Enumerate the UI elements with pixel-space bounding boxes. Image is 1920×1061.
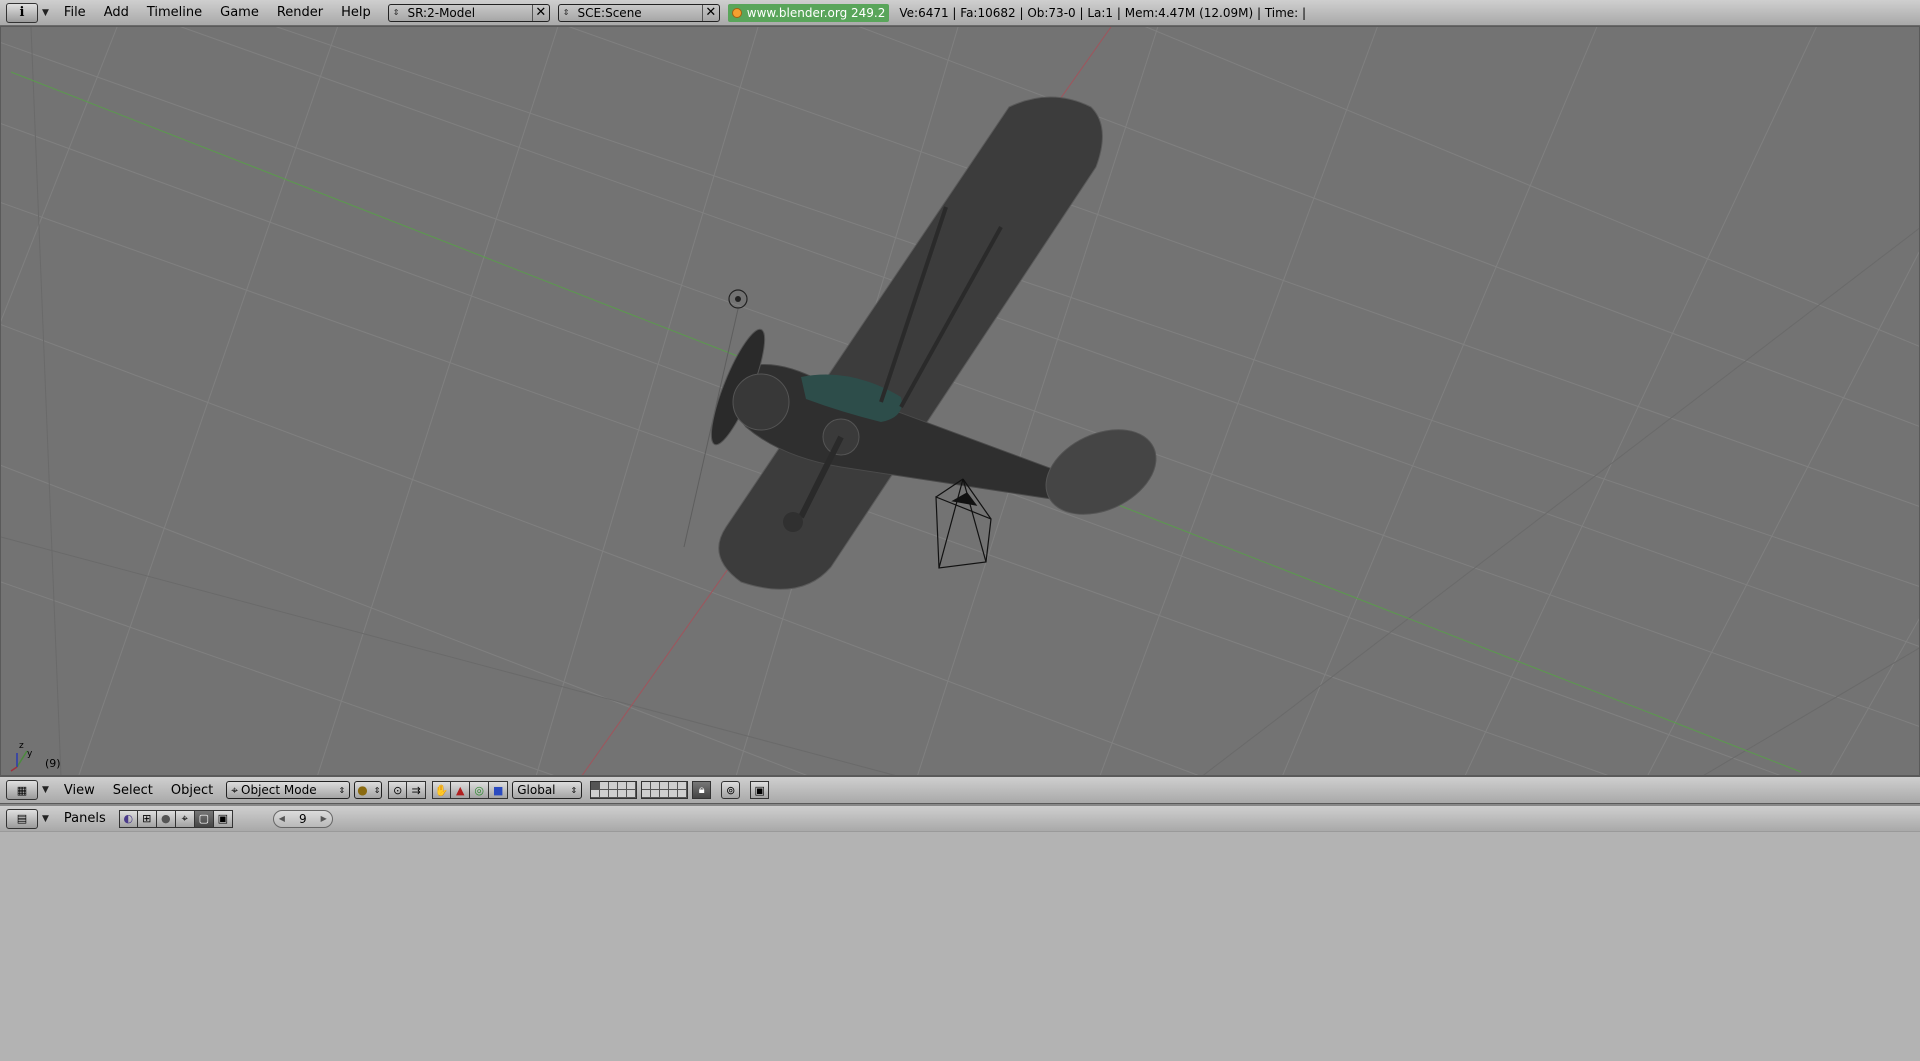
menu-timeline[interactable]: Timeline xyxy=(138,5,211,20)
window-type-selector-3d[interactable]: ▦ xyxy=(6,780,38,800)
menu-help[interactable]: Help xyxy=(332,5,380,20)
airplane-model[interactable] xyxy=(702,96,1170,590)
pivot-icon: ⊙ xyxy=(393,783,403,797)
dropdown-arrow-icon: ⇕ xyxy=(338,785,346,795)
menu-select[interactable]: Select xyxy=(104,783,162,798)
website-text: www.blender.org 249.2 xyxy=(746,5,886,20)
object-mode-icon: ⌖ xyxy=(231,782,238,797)
editing-context-button[interactable]: ▢ xyxy=(194,809,214,828)
orientation-label: Global xyxy=(517,783,556,797)
screen-selector[interactable]: ⇕ SR:2-Model ✕ xyxy=(387,3,550,22)
translate-manipulator[interactable]: ▲ xyxy=(451,781,471,799)
scene-name[interactable]: SCE:Scene xyxy=(573,6,701,20)
script-icon: ⊞ xyxy=(142,812,152,825)
axis-y-label: y xyxy=(27,749,33,759)
delete-scene-icon[interactable]: ✕ xyxy=(701,4,719,21)
align-to-view-button[interactable]: ⇉ xyxy=(407,781,427,799)
shading-context-button[interactable]: ● xyxy=(156,809,176,828)
rotate-manipulator[interactable]: ◎ xyxy=(470,781,490,799)
info-icon: i xyxy=(19,5,25,20)
scene-browse-icon[interactable]: ⇕ xyxy=(559,8,574,17)
lock-layers-button[interactable]: 🔒︎ xyxy=(692,781,712,799)
snap-button[interactable]: ⊚ xyxy=(721,781,741,799)
object-axis-icon: ⌖ xyxy=(181,811,188,825)
menu-game[interactable]: Game xyxy=(211,5,268,20)
menu-panels[interactable]: Panels xyxy=(55,811,115,826)
delete-screen-icon[interactable]: ✕ xyxy=(531,4,549,21)
mode-label: Object Mode xyxy=(241,783,317,797)
current-frame-field[interactable]: ◀ 9 ▶ xyxy=(272,809,333,828)
scene-selector[interactable]: ⇕ SCE:Scene ✕ xyxy=(557,3,720,22)
window-type-selector-buttons[interactable]: ▤ xyxy=(6,808,38,829)
3d-viewport[interactable]: z y (9) xyxy=(0,26,1920,776)
blender-logo-icon xyxy=(731,7,742,18)
increment-arrow-icon[interactable]: ▶ xyxy=(321,814,327,823)
buttons-window-icon: ▤ xyxy=(16,812,28,825)
decrement-arrow-icon[interactable]: ◀ xyxy=(279,814,285,823)
snap-icon: ⊚ xyxy=(726,783,736,797)
layer-buttons-b[interactable] xyxy=(641,781,689,799)
render-icon: ▣ xyxy=(754,783,765,797)
shading-sphere-icon: ● xyxy=(160,812,171,825)
website-link[interactable]: www.blender.org 249.2 xyxy=(727,3,890,22)
layer-buttons-a[interactable] xyxy=(590,781,638,799)
scene-stats: Ve:6471 | Fa:10682 | Ob:73-0 | La:1 | Me… xyxy=(899,5,1307,20)
menu-render[interactable]: Render xyxy=(268,5,332,20)
menu-add[interactable]: Add xyxy=(95,5,138,20)
orientation-dropdown[interactable]: Global ⇕ xyxy=(512,781,583,799)
collapse-menus-icon[interactable]: ▼ xyxy=(42,8,49,18)
frame-indicator: (9) xyxy=(45,757,61,770)
window-type-selector[interactable]: i xyxy=(6,2,38,23)
rotate-icon: ◎ xyxy=(474,783,485,797)
lock-icon: 🔒︎ xyxy=(698,783,705,796)
scale-icon: ■ xyxy=(493,783,504,797)
axis-z-label: z xyxy=(19,741,24,751)
editing-icon: ▢ xyxy=(198,812,209,825)
solid-draw-icon: ● xyxy=(357,783,368,797)
render-preview-button[interactable]: ▣ xyxy=(750,781,770,799)
scene-context-button[interactable]: ▣ xyxy=(213,809,233,828)
info-header: i ▼ File Add Timeline Game Render Help ⇕… xyxy=(0,0,1920,26)
camera-object[interactable] xyxy=(935,478,992,569)
buttons-window-header: ▤ ▼ Panels ◐ ⊞ ● ⌖ ▢ ▣ ◀ 9 ▶ xyxy=(0,806,1920,832)
dropdown-arrow-icon: ⇕ xyxy=(570,785,578,795)
script-context-button[interactable]: ⊞ xyxy=(137,809,157,828)
viewport-canvas[interactable] xyxy=(1,27,1920,776)
current-frame-value: 9 xyxy=(298,811,307,826)
manipulator-toggle[interactable]: ✋ xyxy=(432,781,452,799)
hand-icon: ✋ xyxy=(434,783,449,797)
collapse-menus-icon[interactable]: ▼ xyxy=(42,785,49,795)
pivot-dropdown[interactable]: ⊙ xyxy=(388,781,408,799)
buttons-window-content[interactable] xyxy=(0,832,1920,1061)
collapse-menus-icon[interactable]: ▼ xyxy=(42,814,49,824)
menu-view[interactable]: View xyxy=(55,783,104,798)
menu-file[interactable]: File xyxy=(55,5,95,20)
mode-dropdown[interactable]: ⌖ Object Mode ⇕ xyxy=(226,781,351,799)
screen-name[interactable]: SR:2-Model xyxy=(403,6,531,20)
3d-view-header: ▦ ▼ View Select Object ⌖ Object Mode ⇕ ●… xyxy=(0,776,1920,804)
logic-icon: ◐ xyxy=(123,812,134,825)
triangle-icon: ▲ xyxy=(456,783,465,797)
scale-manipulator[interactable]: ■ xyxy=(489,781,509,799)
dropdown-arrow-icon: ⇕ xyxy=(373,785,381,795)
floor-grid xyxy=(1,27,1919,775)
scene-render-icon: ▣ xyxy=(217,812,228,825)
object-context-button[interactable]: ⌖ xyxy=(175,809,195,828)
grid-view-icon: ▦ xyxy=(16,783,28,797)
screen-browse-icon[interactable]: ⇕ xyxy=(389,8,404,17)
draw-type-dropdown[interactable]: ● ⇕ xyxy=(354,781,383,799)
align-icon: ⇉ xyxy=(411,783,421,797)
logic-context-button[interactable]: ◐ xyxy=(118,809,138,828)
menu-object[interactable]: Object xyxy=(162,783,222,798)
